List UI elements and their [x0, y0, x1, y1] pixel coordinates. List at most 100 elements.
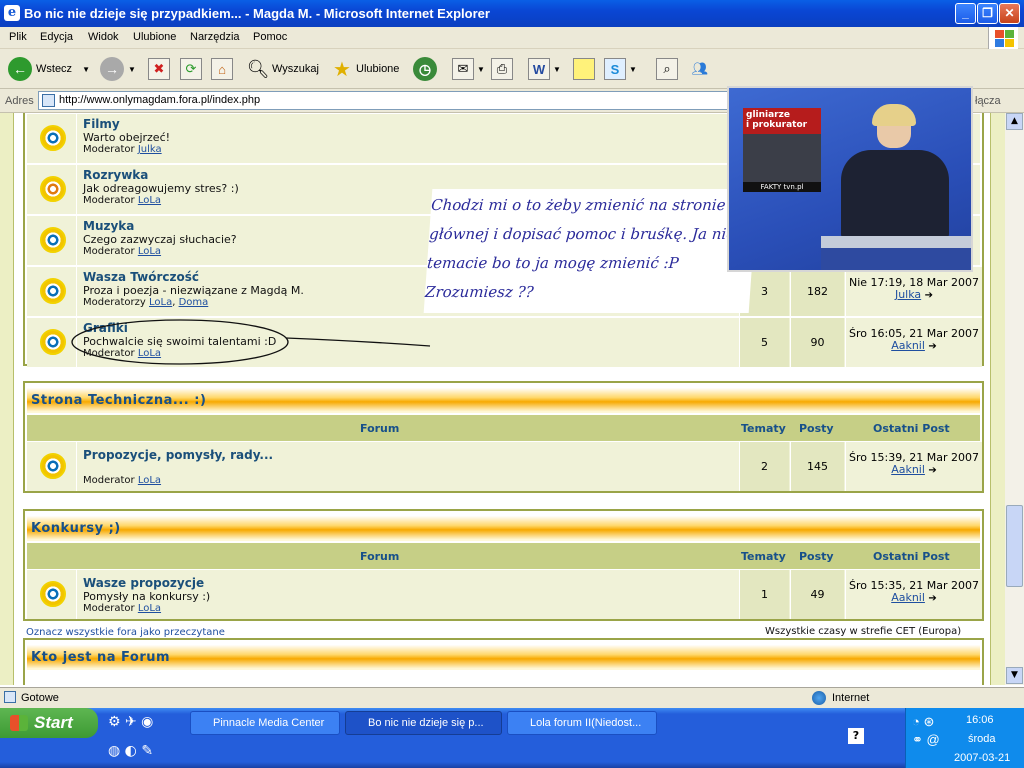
stop-button[interactable]: ✖	[148, 55, 173, 83]
forum-row: Wasze propozycje Pomysły na konkursy :) …	[27, 569, 982, 619]
close-button[interactable]: ✕	[999, 3, 1020, 24]
research-icon: ⌕	[656, 58, 678, 80]
tray-icons-row2[interactable]: ⚭ @	[912, 732, 940, 748]
back-arrow-icon: ←	[8, 57, 32, 81]
go-to-post-icon[interactable]: ➔	[928, 593, 936, 604]
home-button[interactable]: ⌂	[211, 55, 236, 83]
moderator-link[interactable]: LoLa	[138, 475, 161, 486]
go-to-post-icon[interactable]: ➔	[928, 341, 936, 352]
forum-title[interactable]: Filmy	[83, 117, 120, 131]
moderator-link[interactable]: LoLa	[138, 603, 161, 614]
last-post: Śro 16:05, 21 Mar 2007 Aaknil ➔	[845, 318, 982, 367]
last-post-user[interactable]: Aaknil	[891, 591, 925, 604]
task-pinnacle[interactable]: Pinnacle Media Center	[190, 711, 340, 735]
scroll-up-arrow-icon[interactable]: ▲	[1006, 113, 1023, 130]
favorites-button[interactable]: ★ Ulubione	[331, 55, 399, 83]
history-button[interactable]: ◷	[413, 55, 441, 83]
forum-title[interactable]: Wasza Twórczość	[83, 270, 199, 284]
forum-moderators: Moderator LoLa	[83, 246, 161, 257]
scroll-thumb[interactable]	[1006, 505, 1023, 587]
refresh-button[interactable]: ⟳	[180, 55, 205, 83]
home-icon: ⌂	[211, 58, 233, 80]
print-button[interactable]: ⎙	[491, 55, 516, 83]
address-input[interactable]: http://www.onlymagdam.fora.pl/index.php	[38, 91, 728, 110]
forum-moderators: Moderator LoLa	[83, 603, 161, 614]
chevron-down-icon[interactable]: ▼	[82, 65, 90, 74]
task-ie-active[interactable]: Bo nic nie dzieje się p...	[345, 711, 502, 735]
topics-count: 1	[739, 570, 789, 619]
posts-count: 145	[790, 442, 844, 491]
window-title-bar[interactable]: e Bo nic nie dzieje się przypadkiem... -…	[0, 0, 1024, 27]
search-button[interactable]: 🔍︎ Wyszukaj	[247, 55, 319, 83]
topics-count: 5	[739, 318, 789, 367]
links-label[interactable]: łącza	[975, 95, 1001, 107]
start-button[interactable]: Start	[0, 708, 98, 738]
help-icon[interactable]: ?	[848, 728, 864, 744]
last-post-user[interactable]: Aaknil	[891, 463, 925, 476]
clock-date: 2007-03-21	[954, 752, 1011, 764]
forum-title[interactable]: Propozycje, pomysły, rady...	[83, 448, 273, 462]
maximize-button[interactable]: ❐	[977, 3, 998, 24]
refresh-icon: ⟳	[180, 58, 202, 80]
menu-ulubione[interactable]: Ulubione	[133, 31, 176, 43]
forum-icon	[40, 176, 66, 202]
tv-video-overlay[interactable]: gliniarze i prokurator FAKTY tvn.pl	[727, 86, 973, 272]
mail-button[interactable]: ✉ ▼	[452, 55, 485, 83]
printer-icon: ⎙	[491, 58, 513, 80]
posts-count: 90	[790, 318, 844, 367]
quicklaunch-icons[interactable]: ⚙ ✈ ◉	[108, 714, 153, 730]
chevron-down-icon[interactable]: ▼	[629, 65, 637, 74]
forum-title[interactable]: Wasze propozycje	[83, 576, 204, 590]
back-button[interactable]: ← Wstecz ▼	[8, 55, 90, 83]
chevron-down-icon[interactable]: ▼	[477, 65, 485, 74]
menu-narzedzia[interactable]: Narzędzia	[190, 31, 240, 43]
forward-button[interactable]: → ▼	[100, 55, 136, 83]
who-online-panel: Kto jest na Forum	[23, 638, 984, 685]
minimize-button[interactable]: _	[955, 3, 976, 24]
chevron-down-icon[interactable]: ▼	[553, 65, 561, 74]
who-online-title[interactable]: Kto jest na Forum	[27, 642, 980, 670]
messenger-button[interactable]: 👥︎	[689, 55, 714, 83]
mark-all-read-link[interactable]: Oznacz wszystkie fora jako przeczytane	[26, 627, 225, 638]
moderator-label: Moderator	[83, 195, 135, 206]
moderator-link[interactable]: Doma	[179, 297, 209, 308]
go-to-post-icon[interactable]: ➔	[928, 465, 936, 476]
clock-time[interactable]: 16:06	[966, 714, 994, 726]
skype-icon: S	[604, 58, 626, 80]
address-url: http://www.onlymagdam.fora.pl/index.php	[59, 94, 261, 106]
posts-count: 182	[790, 267, 844, 316]
category-title[interactable]: Konkursy ;)	[27, 513, 980, 541]
last-post-user[interactable]: Aaknil	[891, 339, 925, 352]
moderator-link[interactable]: LoLa	[149, 297, 172, 308]
last-post-user[interactable]: Julka	[895, 288, 921, 301]
category-title[interactable]: Strona Techniczna... :)	[27, 385, 980, 413]
research-button[interactable]: ⌕	[656, 55, 681, 83]
moderator-link[interactable]: LoLa	[138, 246, 161, 257]
edit-button[interactable]: W ▼	[528, 55, 561, 83]
forum-title[interactable]: Rozrywka	[83, 168, 148, 182]
menu-plik[interactable]: Plik	[9, 31, 27, 43]
menu-edycja[interactable]: Edycja	[40, 31, 73, 43]
forum-title[interactable]: Muzyka	[83, 219, 134, 233]
moderator-link[interactable]: Julka	[138, 144, 162, 155]
last-post: Śro 15:39, 21 Mar 2007 Aaknil ➔	[845, 442, 982, 491]
last-post: Śro 15:35, 21 Mar 2007 Aaknil ➔	[845, 570, 982, 619]
status-text: Gotowe	[21, 692, 59, 704]
forum-moderators: Moderator LoLa	[83, 475, 161, 486]
menu-widok[interactable]: Widok	[88, 31, 119, 43]
moderator-label: Moderator	[83, 144, 135, 155]
menu-pomoc[interactable]: Pomoc	[253, 31, 287, 43]
quicklaunch-icons-row2[interactable]: ◍ ◐ ✎	[108, 743, 153, 759]
scroll-down-arrow-icon[interactable]: ▼	[1006, 667, 1023, 684]
tray-icons[interactable]: ◔ ⊛	[912, 714, 934, 730]
note-line: głównej i dopisać pomoc i bruśkę. Ja nie…	[428, 225, 754, 243]
annotation-ellipse	[71, 319, 431, 365]
skype-button[interactable]: S ▼	[604, 55, 637, 83]
note-button[interactable]	[573, 55, 598, 83]
task-email[interactable]: Lola forum II(Niedost...	[507, 711, 657, 735]
moderator-link[interactable]: LoLa	[138, 195, 161, 206]
chevron-down-icon[interactable]: ▼	[128, 65, 136, 74]
vertical-scrollbar[interactable]: ▲ ▼	[1005, 113, 1024, 685]
search-icon: 🔍︎	[246, 58, 270, 79]
go-to-post-icon[interactable]: ➔	[925, 290, 933, 301]
